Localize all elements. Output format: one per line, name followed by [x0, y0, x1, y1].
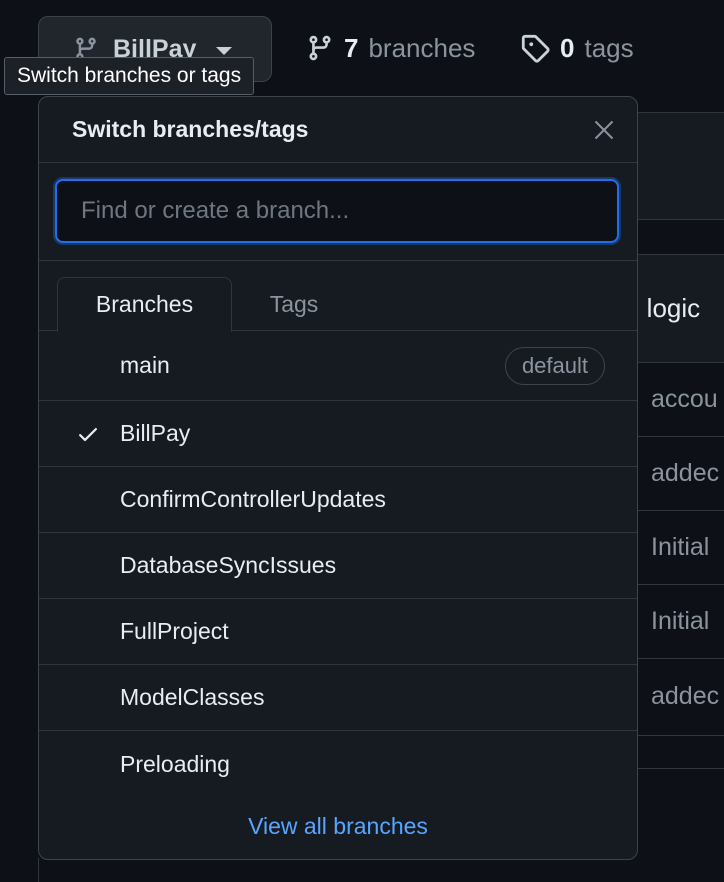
check-icon: [79, 427, 97, 441]
branch-name: Preloading: [120, 750, 230, 777]
filter-section: [39, 163, 637, 261]
branch-name: main: [120, 352, 170, 378]
git-branch-icon: [309, 35, 331, 61]
dropdown-header: Switch branches/tags: [39, 97, 637, 163]
branch-name: ModelClasses: [120, 684, 265, 710]
branch-switcher-dropdown: Switch branches/tags Branches Tags main …: [38, 96, 638, 860]
tab-branches[interactable]: Branches: [57, 277, 232, 332]
branch-item-modelclasses[interactable]: ModelClasses: [39, 665, 637, 731]
tags-label: tags: [584, 32, 634, 63]
branch-name: DatabaseSyncIssues: [120, 552, 337, 578]
branch-item-main[interactable]: main default: [39, 331, 637, 401]
branch-item-confirmcontrollerupdates[interactable]: ConfirmControllerUpdates: [39, 467, 637, 533]
caret-down-icon: [216, 47, 233, 55]
branch-tag-tabs: Branches Tags: [39, 261, 637, 332]
branch-filter-input[interactable]: [55, 179, 619, 243]
tags-link[interactable]: 0 tags: [520, 30, 634, 66]
branch-name: ConfirmControllerUpdates: [120, 486, 386, 512]
branch-item-fullproject[interactable]: FullProject: [39, 599, 637, 665]
tab-tags[interactable]: Tags: [244, 277, 344, 332]
dropdown-title: Switch branches/tags: [72, 116, 309, 142]
tags-count: 0: [560, 32, 575, 63]
branch-list: main default BillPay ConfirmControllerUp…: [39, 331, 637, 797]
close-icon[interactable]: [591, 117, 617, 143]
branches-count: 7: [344, 32, 359, 63]
branch-item-billpay[interactable]: BillPay: [39, 401, 637, 467]
view-all-branches-link[interactable]: View all branches: [39, 813, 637, 840]
divider: [38, 858, 39, 882]
branch-item-preloading[interactable]: Preloading: [39, 731, 637, 797]
default-badge: default: [504, 346, 605, 385]
branches-link[interactable]: 7 branches: [306, 30, 475, 66]
branch-name: FullProject: [120, 618, 229, 644]
branch-item-databasesyncissues[interactable]: DatabaseSyncIssues: [39, 533, 637, 599]
tag-icon: [521, 34, 550, 63]
branch-tooltip: Switch branches or tags: [4, 57, 255, 95]
branches-label: branches: [368, 32, 476, 63]
branch-name: BillPay: [120, 420, 191, 446]
